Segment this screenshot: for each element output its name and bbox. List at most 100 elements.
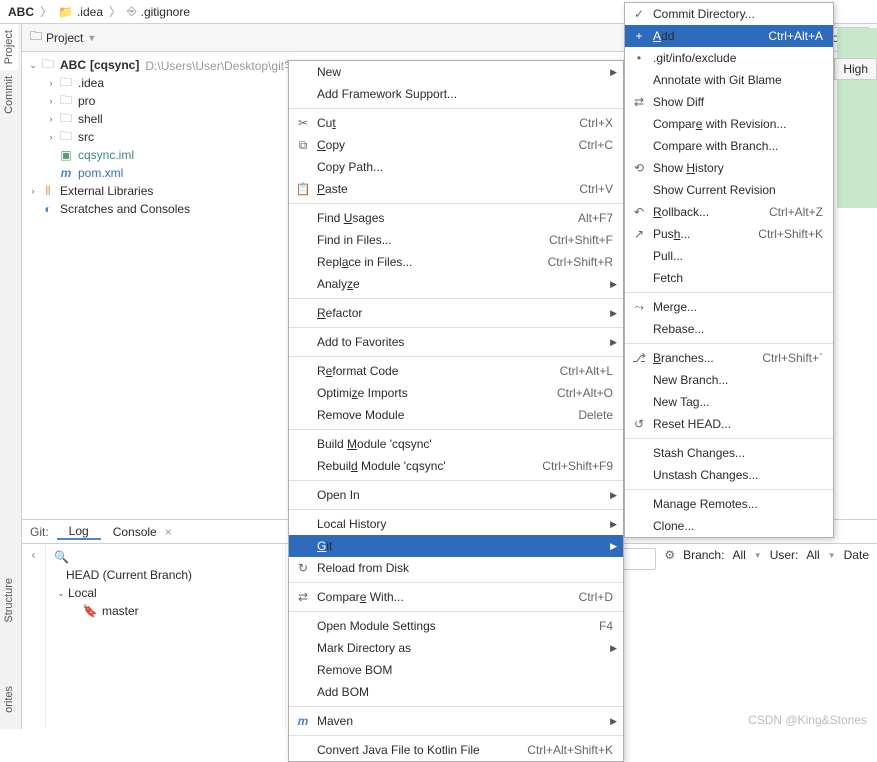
menu-label: Rebuild Module 'cqsync'	[317, 459, 446, 473]
menu-item[interactable]: +AddCtrl+Alt+A	[625, 25, 833, 47]
git-master[interactable]: 🔖master	[50, 602, 281, 620]
git-head[interactable]: HEAD (Current Branch)	[50, 566, 281, 584]
menu-item: Annotate with Git Blame	[625, 69, 833, 91]
menu-label: Reset HEAD...	[653, 417, 731, 431]
menu-item[interactable]: Reformat CodeCtrl+Alt+L	[289, 360, 623, 382]
tree-label: shell	[78, 112, 103, 126]
menu-item[interactable]: Fetch	[625, 267, 833, 289]
menu-item[interactable]: Analyze▶	[289, 273, 623, 295]
menu-item[interactable]: Unstash Changes...	[625, 464, 833, 486]
menu-item[interactable]: 📋PasteCtrl+V	[289, 178, 623, 200]
menu-item[interactable]: Add Framework Support...	[289, 83, 623, 105]
context-menu: New▶Add Framework Support... ✂CutCtrl+X⧉C…	[288, 60, 624, 762]
file-icon: ⎆	[127, 4, 137, 19]
tab-console[interactable]: Console×	[101, 525, 184, 539]
menu-shortcut: Ctrl+Shift+F	[519, 233, 613, 247]
menu-item[interactable]: Remove ModuleDelete	[289, 404, 623, 426]
menu-item[interactable]: ↗Push...Ctrl+Shift+K	[625, 223, 833, 245]
menu-item[interactable]: ✂CutCtrl+X	[289, 112, 623, 134]
menu-item[interactable]: Mark Directory as▶	[289, 637, 623, 659]
chevron-right-icon[interactable]: ›	[44, 114, 58, 124]
rail-structure[interactable]: Structure	[0, 572, 18, 629]
chevron-down-icon[interactable]: ⌄	[26, 60, 40, 71]
menu-label: Add to Favorites	[317, 335, 404, 349]
menu-item[interactable]: Clone...	[625, 515, 833, 537]
menu-icon: m	[295, 714, 311, 728]
menu-item[interactable]: Rebuild Module 'cqsync' Ctrl+Shift+F9	[289, 455, 623, 477]
menu-item[interactable]: ⟲Show History	[625, 157, 833, 179]
chevron-right-icon[interactable]: ›	[44, 96, 58, 106]
menu-item[interactable]: Local History▶	[289, 513, 623, 535]
menu-item[interactable]: Find in Files...Ctrl+Shift+F	[289, 229, 623, 251]
menu-label: Reload from Disk	[317, 561, 409, 575]
menu-item[interactable]: Rebase...	[625, 318, 833, 340]
menu-icon: ⇄	[295, 590, 311, 604]
menu-label: Add	[653, 29, 674, 43]
menu-item[interactable]: ✓Commit Directory...	[625, 3, 833, 25]
filter-user-value[interactable]: All	[806, 548, 819, 562]
menu-item: Compare with Branch...	[625, 135, 833, 157]
menu-label: New Branch...	[653, 373, 728, 387]
menu-item[interactable]: Pull...	[625, 245, 833, 267]
menu-label: Clone...	[653, 519, 694, 533]
close-icon[interactable]: ×	[165, 525, 172, 539]
menu-item[interactable]: Open Module SettingsF4	[289, 615, 623, 637]
rail-project[interactable]: Project	[0, 24, 18, 70]
menu-item[interactable]: Build Module 'cqsync'	[289, 433, 623, 455]
menu-icon: •	[631, 51, 647, 65]
menu-icon: ⎇	[631, 351, 647, 365]
git-panel-label: Git:	[22, 525, 57, 539]
git-local[interactable]: ⌄Local	[50, 584, 281, 602]
breadcrumb-mid[interactable]: .idea	[77, 5, 103, 19]
menu-icon: ↗	[631, 227, 647, 241]
menu-item[interactable]: ⧉CopyCtrl+C	[289, 134, 623, 156]
menu-item[interactable]: ⇄Compare With...Ctrl+D	[289, 586, 623, 608]
menu-item[interactable]: ↶Rollback...Ctrl+Alt+Z	[625, 201, 833, 223]
menu-item[interactable]: Copy Path...	[289, 156, 623, 178]
menu-shortcut: Ctrl+Shift+F9	[512, 459, 613, 473]
menu-item[interactable]: ↺Reset HEAD...	[625, 413, 833, 435]
menu-item[interactable]: Refactor▶	[289, 302, 623, 324]
breadcrumb-root[interactable]: ABC	[8, 5, 34, 19]
menu-item[interactable]: Convert Java File to Kotlin FileCtrl+Alt…	[289, 739, 623, 761]
menu-label: Refactor	[317, 306, 362, 320]
menu-item[interactable]: Manage Remotes...	[625, 493, 833, 515]
dropdown-icon: ▼	[87, 33, 96, 43]
filter-branch-value[interactable]: All	[732, 548, 745, 562]
menu-item[interactable]: Open In▶	[289, 484, 623, 506]
submenu-arrow-icon: ▶	[610, 716, 617, 727]
menu-item[interactable]: Find UsagesAlt+F7	[289, 207, 623, 229]
project-selector[interactable]: 🗀 Project ▼	[22, 27, 104, 48]
rail-commit[interactable]: Commit	[0, 70, 18, 120]
menu-item[interactable]: ⤳Merge...	[625, 296, 833, 318]
menu-item[interactable]: Stash Changes...	[625, 442, 833, 464]
chevron-right-icon[interactable]: ›	[44, 132, 58, 142]
filter-date-label[interactable]: Date	[844, 548, 869, 562]
highlight-button[interactable]: High	[834, 58, 877, 80]
menu-label: Find Usages	[317, 211, 384, 225]
chevron-right-icon[interactable]: ›	[26, 186, 40, 196]
menu-icon: ↻	[295, 561, 311, 575]
menu-item[interactable]: Optimize ImportsCtrl+Alt+O	[289, 382, 623, 404]
tree-root-suffix: [cqsync]	[90, 58, 139, 72]
menu-label: Compare With...	[317, 590, 404, 604]
menu-item[interactable]: Add to Favorites▶	[289, 331, 623, 353]
menu-item[interactable]: New▶	[289, 61, 623, 83]
gear-icon[interactable]: ⚙	[664, 548, 675, 562]
menu-item[interactable]: Add BOM	[289, 681, 623, 703]
chevron-right-icon[interactable]: ›	[44, 78, 58, 88]
rail-favorites[interactable]: orites	[0, 680, 18, 719]
menu-item[interactable]: ⎇Branches...Ctrl+Shift+`	[625, 347, 833, 369]
menu-item[interactable]: Compare with Revision...	[625, 113, 833, 135]
search-icon[interactable]: 🔍	[54, 550, 69, 564]
menu-item[interactable]: ↻ Reload from Disk	[289, 557, 623, 579]
menu-item[interactable]: Git▶	[289, 535, 623, 557]
tab-log[interactable]: Log	[57, 524, 101, 540]
menu-item[interactable]: New Tag...	[625, 391, 833, 413]
chevron-down-icon[interactable]: ⌄	[54, 588, 68, 599]
breadcrumb-file[interactable]: .gitignore	[141, 5, 190, 19]
menu-item[interactable]: Replace in Files...Ctrl+Shift+R	[289, 251, 623, 273]
menu-item[interactable]: •.git/info/exclude	[625, 47, 833, 69]
menu-item[interactable]: Remove BOM	[289, 659, 623, 681]
back-icon[interactable]: ‹	[32, 548, 36, 562]
